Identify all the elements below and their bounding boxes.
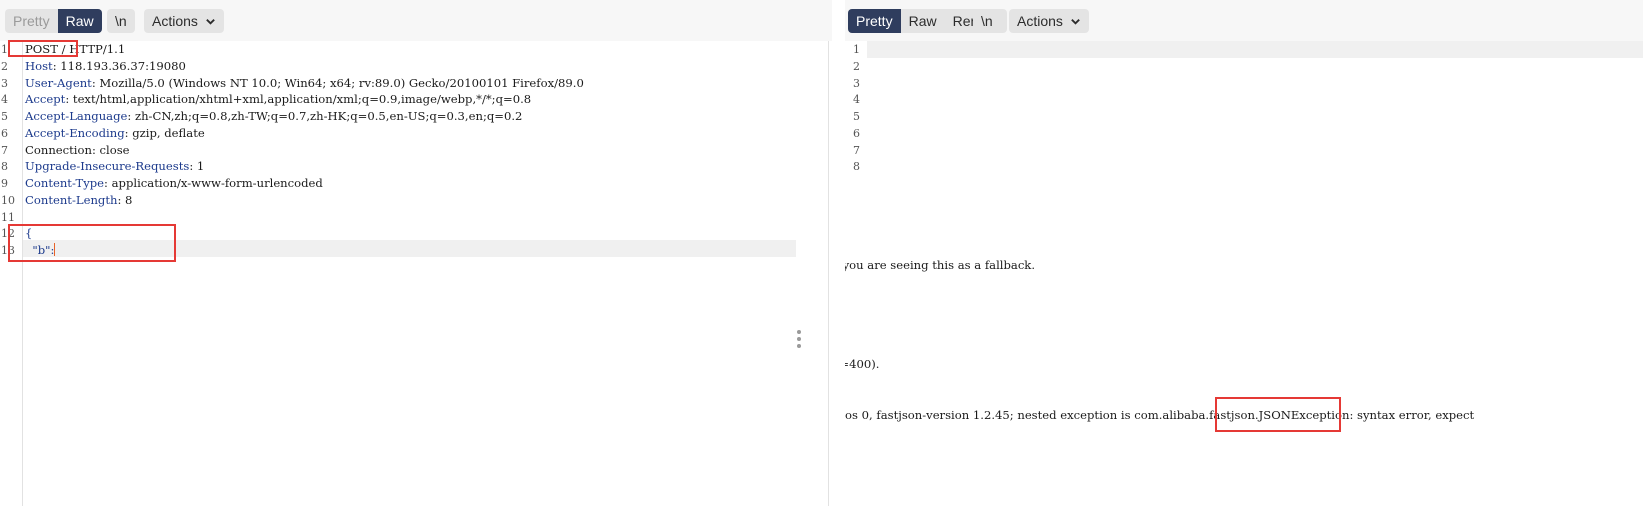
line-number: 11 [1, 210, 15, 224]
header-name: { [25, 226, 33, 241]
current-line-highlight [867, 41, 1643, 59]
request-code-line: "b": [25, 242, 56, 259]
request-line-gutter: 1 2 3 4 5 6 7 8 9 10 11 12 13 [0, 41, 23, 506]
response-actions-label: Actions [1017, 13, 1063, 29]
response-editor[interactable]: 1 2 3 4 5 6 7 8 so you are seeing this as a fal… [845, 41, 1643, 506]
line-number: 9 [1, 177, 8, 190]
header-value: Connection: close [25, 142, 130, 157]
line-number: 7 [1, 143, 8, 157]
response-raw-tab[interactable]: Raw [901, 9, 945, 33]
header-name: Upgrade-Insecure-Requests [25, 159, 190, 174]
response-pretty-tab[interactable]: Pretty [848, 9, 901, 33]
request-code-line: Accept-Encoding: gzip, deflate [25, 125, 205, 142]
request-code-line: Content-Length: 8 [25, 192, 132, 209]
chevron-down-icon [206, 19, 215, 25]
panel-splitter[interactable] [832, 0, 845, 506]
text-caret [54, 243, 56, 256]
panel-resize-handle[interactable] [797, 330, 801, 348]
exception-package-highlight: .alibaba.fastjson. [1158, 408, 1259, 422]
request-code-line: Accept-Language: zh-CN,zh;q=0.8,zh-TW;q=… [25, 108, 522, 125]
line-number: 4 [853, 93, 860, 107]
request-code-line: { [25, 225, 32, 242]
request-actions-button[interactable]: Actions [144, 9, 224, 33]
request-newline-toggle[interactable]: \n [107, 9, 135, 33]
response-toolbar: Pretty Raw Render \n Actions [845, 0, 1643, 41]
exception-prefix: r, pos 0, fastjson-version 1.2.45; neste… [845, 408, 1159, 422]
line-number: 3 [853, 76, 860, 90]
request-panel: Pretty Raw \n Actions 1 2 3 4 5 6 7 8 9 10 11 12 13 … [0, 0, 832, 506]
header-name: Accept [25, 92, 66, 107]
line-number: 1 [853, 43, 860, 56]
response-status-text: us=400). [845, 357, 880, 371]
line-number: 8 [853, 160, 860, 174]
request-code-line: User-Agent: Mozilla/5.0 (Windows NT 10.0… [25, 75, 584, 92]
line-number: 4 [1, 93, 8, 107]
http-message-viewer: Pretty Raw \n Actions 1 2 3 4 5 6 7 8 9 10 11 12 13 … [0, 0, 1643, 506]
header-value: : text/html,application/xhtml+xml,applic… [65, 92, 532, 107]
response-gutter-border [828, 41, 829, 506]
request-code-line: Content-Type: application/x-www-form-url… [25, 175, 323, 192]
request-code-line: Connection: close [25, 142, 130, 159]
request-raw-tab[interactable]: Raw [57, 9, 102, 33]
response-fallback-text: so you are seeing this as a fallback. [845, 258, 1036, 272]
header-name: Host [25, 58, 53, 73]
line-number: 2 [1, 59, 8, 73]
line-number: 6 [1, 126, 8, 140]
header-value: : 1 [189, 159, 205, 174]
line-number: 10 [1, 193, 15, 207]
chevron-down-icon [1071, 19, 1080, 25]
request-code-line: Host: 118.193.36.37:19080 [25, 58, 186, 75]
header-value: : zh-CN,zh;q=0.8,zh-TW;q=0.7,zh-HK;q=0.5… [127, 109, 523, 123]
response-exception-line: r, pos 0, fastjson-version 1.2.45; neste… [845, 407, 1474, 424]
exception-suffix: JSONException: syntax error, expect [1258, 408, 1475, 422]
current-line-highlight [22, 240, 796, 258]
line-number: 5 [1, 110, 8, 123]
line-number: 3 [1, 76, 8, 90]
line-number: 6 [853, 126, 860, 140]
request-code-line: Upgrade-Insecure-Requests: 1 [25, 158, 204, 175]
line-number: 8 [1, 160, 8, 174]
request-editor[interactable]: 1 2 3 4 5 6 7 8 9 10 11 12 13 POST / HTTP/1.1 Host: 1… [0, 41, 832, 506]
request-toolbar: Pretty Raw \n Actions [0, 0, 832, 41]
header-name: Accept-Encoding [25, 125, 125, 140]
header-value: : application/x-www-form-urlencoded [104, 176, 323, 190]
header-value: : 8 [117, 192, 133, 207]
line-number: 7 [853, 143, 860, 157]
header-name: "b": [25, 243, 55, 257]
header-name: Accept-Language [25, 109, 128, 123]
header-value: : 118.193.36.37:19080 [52, 58, 186, 73]
header-value: POST / HTTP/1.1 [25, 42, 126, 56]
line-number: 13 [1, 244, 15, 257]
response-actions-button[interactable]: Actions [1009, 9, 1089, 33]
header-value: : Mozilla/5.0 (Windows NT 10.0; Win64; x… [91, 75, 584, 90]
request-actions-label: Actions [152, 13, 198, 29]
line-number: 5 [853, 110, 860, 123]
header-name: User-Agent [25, 75, 92, 90]
request-code-line: Accept: text/html,application/xhtml+xml,… [25, 91, 531, 108]
header-name: Content-Length [25, 192, 118, 207]
line-number: 1 [1, 43, 8, 56]
header-name: Content-Type [25, 176, 105, 190]
response-newline-toggle[interactable]: \n [973, 9, 1001, 33]
request-code-line: POST / HTTP/1.1 [25, 41, 125, 58]
request-pretty-tab[interactable]: Pretty [5, 9, 58, 33]
response-panel: Pretty Raw Render \n Actions 1 2 3 4 5 6 7 8 so… [845, 0, 1643, 506]
header-value: : gzip, deflate [124, 125, 205, 140]
line-number: 2 [853, 59, 860, 73]
request-view-mode-toggle: Pretty Raw [5, 9, 102, 33]
line-number: 12 [1, 227, 15, 241]
